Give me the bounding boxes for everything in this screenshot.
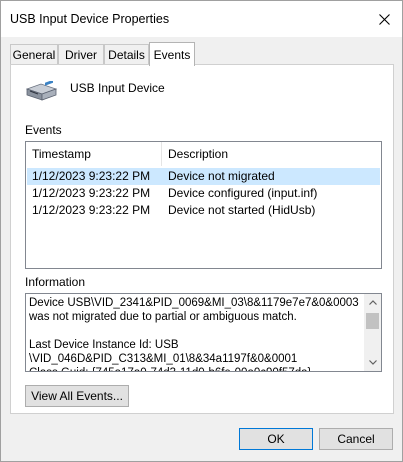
vertical-scrollbar[interactable] (364, 294, 381, 371)
tab-driver[interactable]: Driver (58, 44, 104, 64)
scroll-up-button[interactable] (364, 294, 381, 311)
properties-dialog: USB Input Device Properties General Driv… (0, 0, 403, 462)
title-bar[interactable]: USB Input Device Properties (1, 1, 402, 37)
column-header-description[interactable]: Description (162, 142, 380, 166)
close-icon (378, 13, 390, 25)
chevron-up-icon (368, 300, 377, 305)
event-description: Device configured (input.inf) (168, 186, 318, 200)
events-list[interactable]: Timestamp Description 1/12/2023 9:23:22 … (25, 141, 382, 269)
usb-device-icon (25, 81, 58, 101)
event-timestamp: 1/12/2023 9:23:22 PM (32, 203, 151, 217)
tab-general[interactable]: General (10, 44, 58, 64)
events-tab-panel: USB Input Device Events Timestamp Descri… (10, 64, 394, 414)
ok-button[interactable]: OK (239, 428, 313, 450)
chevron-down-icon (368, 360, 377, 365)
scroll-down-button[interactable] (364, 354, 381, 371)
event-description: Device not migrated (168, 169, 275, 183)
event-timestamp: 1/12/2023 9:23:22 PM (32, 169, 151, 183)
view-all-events-button[interactable]: View All Events... (25, 385, 129, 407)
information-text-box[interactable]: Device USB\VID_2341&PID_0069&MI_03\8&117… (25, 293, 382, 372)
column-header-timestamp[interactable]: Timestamp (26, 142, 161, 166)
scrollbar-thumb[interactable] (366, 313, 379, 329)
tab-details[interactable]: Details (104, 44, 149, 64)
event-row[interactable]: 1/12/2023 9:23:22 PM Device not started … (27, 202, 380, 219)
event-timestamp: 1/12/2023 9:23:22 PM (32, 186, 151, 200)
event-description: Device not started (HidUsb) (168, 203, 316, 217)
list-header: Timestamp Description (26, 142, 381, 166)
event-row[interactable]: 1/12/2023 9:23:22 PM Device configured (… (27, 185, 380, 202)
tab-events[interactable]: Events (149, 42, 195, 66)
information-label: Information (25, 275, 86, 289)
close-button[interactable] (368, 3, 400, 35)
cancel-button[interactable]: Cancel (319, 428, 393, 450)
information-text[interactable]: Device USB\VID_2341&PID_0069&MI_03\8&117… (29, 296, 363, 371)
window-title: USB Input Device Properties (10, 12, 170, 26)
event-row[interactable]: 1/12/2023 9:23:22 PM Device not migrated (27, 168, 380, 185)
device-name: USB Input Device (70, 81, 165, 95)
events-label: Events (25, 123, 62, 137)
